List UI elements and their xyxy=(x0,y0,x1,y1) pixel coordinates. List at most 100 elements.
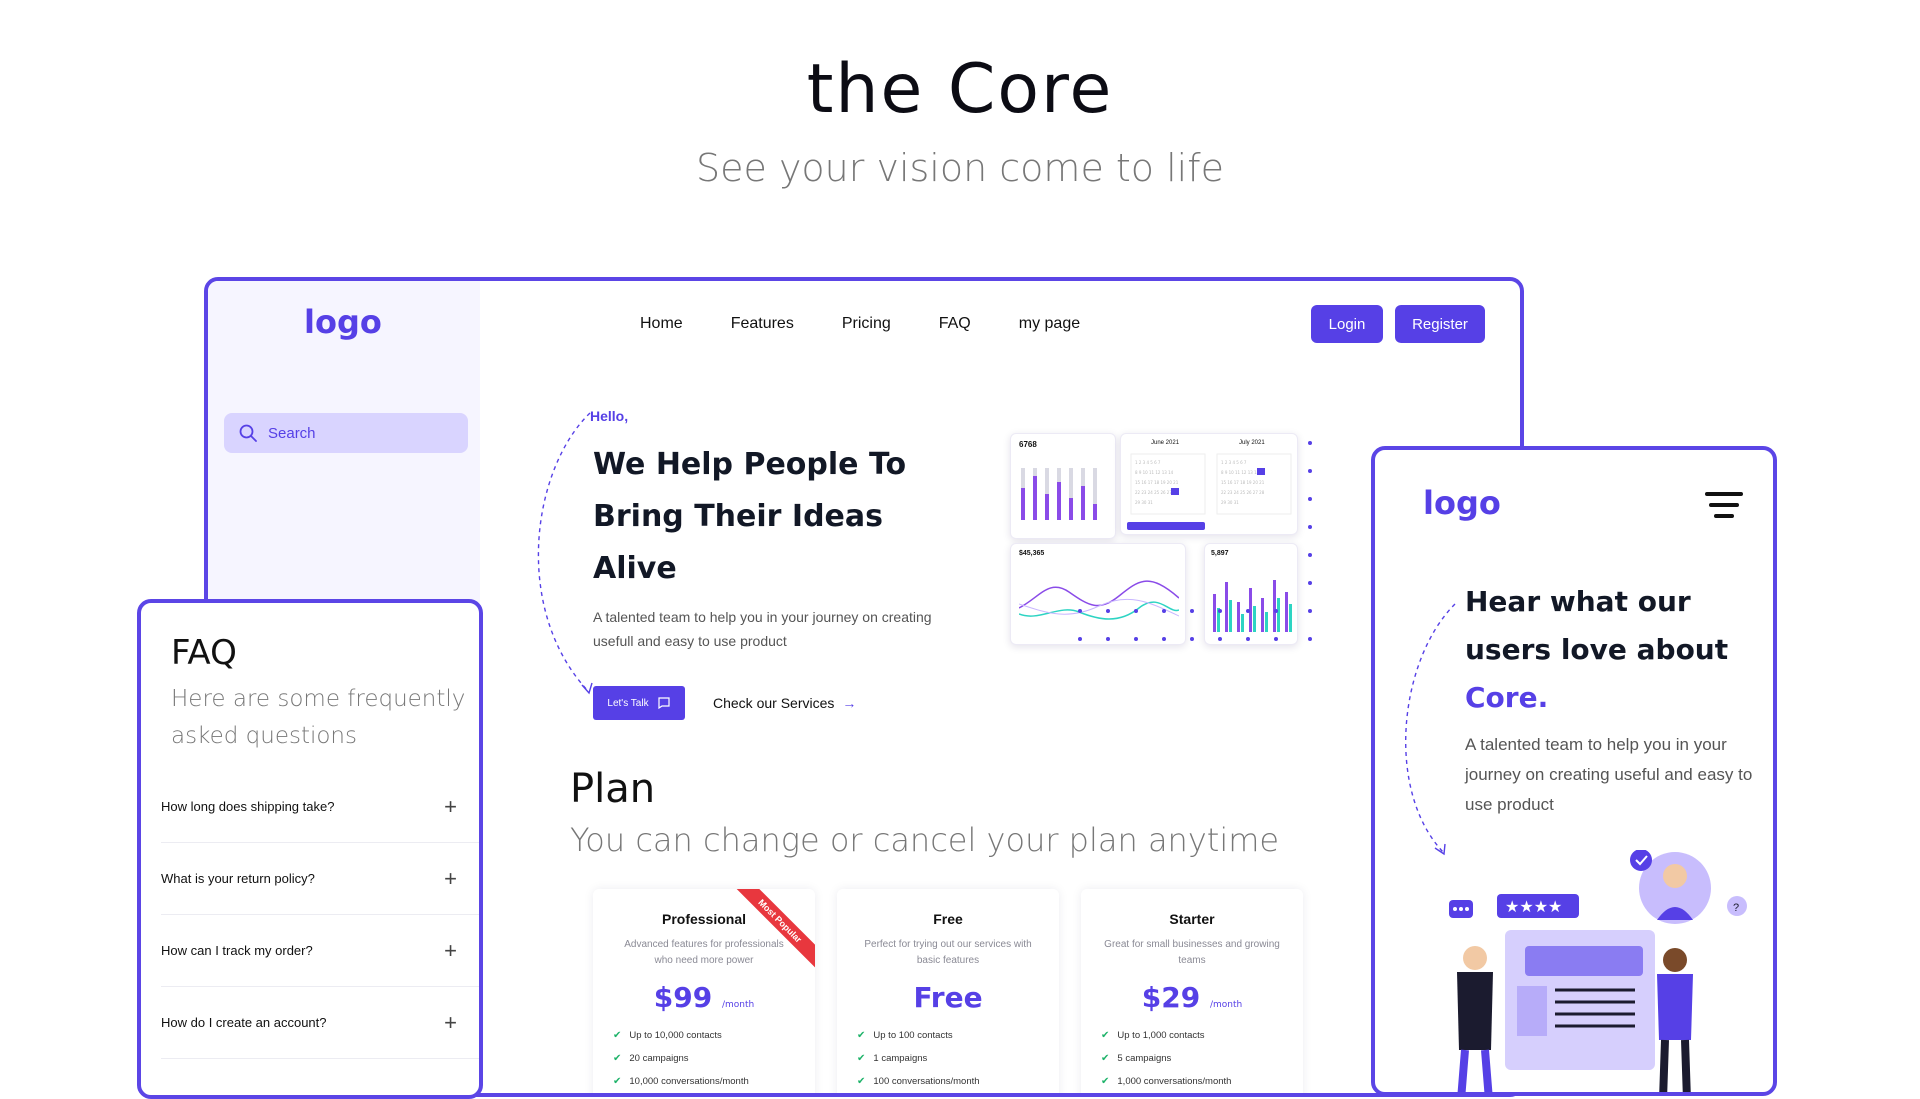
register-button[interactable]: Register xyxy=(1395,305,1485,343)
faq-question: How long does shipping take? xyxy=(161,799,335,814)
plan-price: Free xyxy=(913,981,983,1014)
calendar-month-june: June 2021 xyxy=(1151,440,1180,446)
faq-item[interactable]: How can I track my order? + xyxy=(161,915,479,987)
faq-item[interactable]: How do I create an account? + xyxy=(161,987,479,1059)
nav-pricing[interactable]: Pricing xyxy=(842,315,891,333)
plus-icon[interactable]: + xyxy=(444,794,457,820)
pricing-card-free[interactable]: Free Perfect for trying out our services… xyxy=(837,889,1059,1093)
svg-text:★★★★: ★★★★ xyxy=(1505,899,1562,916)
plan-feature: ✔ 100 conversations/month xyxy=(857,1076,980,1087)
plan-features: ✔ Up to 10,000 contacts ✔ 20 campaigns ✔ 10… xyxy=(593,1024,815,1093)
plan-features: ✔ Up to 1,000 contacts ✔ 5 campaigns ✔ 1,00… xyxy=(1081,1024,1303,1093)
faq-item[interactable]: How long does shipping take? + xyxy=(161,771,479,843)
pricing-card-professional[interactable]: Most Popular Professional Advanced featu… xyxy=(593,889,815,1093)
plan-feature: ✔ 1 campaigns xyxy=(857,1053,928,1064)
faq-question: What is your return policy? xyxy=(161,871,315,886)
faq-item[interactable]: What is your return policy? + xyxy=(161,843,479,915)
hamburger-menu-icon[interactable] xyxy=(1705,492,1743,525)
dashboard-bar-card: 6768 xyxy=(1010,433,1116,539)
faq-mockup: FAQ Here are some frequently asked quest… xyxy=(137,599,483,1099)
plan-feature: ✔ Up to 1,000 contacts xyxy=(1101,1030,1205,1041)
plan-features: ✔ Up to 100 contacts ✔ 1 campaigns ✔ 100 co… xyxy=(837,1024,1059,1093)
plan-feature: ✔ 20 campaigns xyxy=(613,1053,689,1064)
testimonials-mockup: logo Hear what our users love about Core… xyxy=(1371,446,1777,1096)
svg-text:1 2 3 4 5 6 7: 1 2 3 4 5 6 7 xyxy=(1135,460,1161,465)
login-button[interactable]: Login xyxy=(1311,305,1383,343)
faq-question: How do I create an account? xyxy=(161,1015,327,1030)
faq-title: FAQ xyxy=(171,633,237,673)
faq-subtitle: Here are some frequently asked questions xyxy=(171,686,466,749)
check-icon: ✔ xyxy=(857,1030,866,1041)
dashed-connector-decoration xyxy=(537,412,593,695)
search-placeholder: Search xyxy=(268,424,316,442)
plan-feature: ✔ 5 campaigns xyxy=(1101,1053,1172,1064)
dashboard-calendar-card: June 2021 July 2021 1 2 3 4 5 6 7 8 9 10 … xyxy=(1120,433,1298,535)
plan-price: $29 /month xyxy=(1141,981,1243,1014)
top-nav: Home Features Pricing FAQ my page xyxy=(640,315,1080,333)
plan-subtitle: You can change or cancel your plan anyti… xyxy=(570,821,1280,859)
svg-text:8 9 10 11 12 13 14: 8 9 10 11 12 13 14 xyxy=(1221,470,1260,475)
sidebar-logo[interactable]: logo xyxy=(304,303,382,341)
line-card-value: $45,365 xyxy=(1019,550,1045,557)
lets-talk-button[interactable]: Let's Talk xyxy=(593,686,685,720)
dashed-connector-decoration xyxy=(1404,603,1456,856)
arrow-right-icon: → xyxy=(842,695,857,711)
plan-name: Starter xyxy=(1169,911,1215,927)
plan-name: Free xyxy=(933,911,963,927)
line-card-chart xyxy=(1019,580,1179,620)
pricing-card-starter[interactable]: Starter Great for small businesses and g… xyxy=(1081,889,1303,1093)
check-services-link[interactable]: Check our Services → xyxy=(713,695,856,711)
multibar-card-value: 5,897 xyxy=(1211,550,1229,557)
check-icon: ✔ xyxy=(1101,1030,1110,1041)
nav-features[interactable]: Features xyxy=(731,315,794,333)
calendar-month-july: July 2021 xyxy=(1239,440,1265,446)
plan-description: Perfect for trying out our services with… xyxy=(864,939,1032,966)
review-illustration: ★★★★ ? xyxy=(1449,850,1747,1092)
svg-text:29 30 31: 29 30 31 xyxy=(1221,500,1239,505)
check-services-label: Check our Services xyxy=(713,695,835,711)
nav-my-page[interactable]: my page xyxy=(1019,315,1080,333)
svg-text:29 30 31: 29 30 31 xyxy=(1135,500,1153,505)
search-input[interactable]: Search xyxy=(224,413,468,453)
faq-question: How can I track my order? xyxy=(161,943,313,958)
bar-card-chart xyxy=(1021,468,1097,520)
plus-icon[interactable]: + xyxy=(444,1010,457,1036)
check-icon: ✔ xyxy=(1101,1053,1110,1064)
plus-icon[interactable]: + xyxy=(444,938,457,964)
plan-feature: ✔ 10,000 conversations/month xyxy=(613,1076,749,1087)
svg-text:8 9 10 11 12 13 14: 8 9 10 11 12 13 14 xyxy=(1135,470,1174,475)
multibar-card-chart xyxy=(1213,580,1292,632)
plan-price: $99 /month xyxy=(653,981,755,1014)
hero-headline: We Help People To Bring Their Ideas Aliv… xyxy=(593,447,907,586)
check-icon: ✔ xyxy=(857,1053,866,1064)
testimonials-headline-main: Hear what our users love about xyxy=(1465,585,1729,666)
hero-title: the Core xyxy=(806,50,1114,129)
nav-faq[interactable]: FAQ xyxy=(939,315,971,333)
plan-feature: ✔ 1,000 conversations/month xyxy=(1101,1076,1232,1087)
dashboard-multibar-card: 5,897 xyxy=(1204,543,1298,645)
testimonials-description: A talented team to help you in your jour… xyxy=(1465,735,1753,814)
plus-icon[interactable]: + xyxy=(444,866,457,892)
svg-text:22 23 24 25 26 27 28: 22 23 24 25 26 27 28 xyxy=(1221,490,1265,495)
hello-label: Hello, xyxy=(590,408,629,424)
plan-description: Great for small businesses and growing t… xyxy=(1104,939,1280,966)
search-icon xyxy=(239,424,257,442)
check-icon: ✔ xyxy=(613,1076,622,1087)
plan-feature: ✔ Up to 100 contacts xyxy=(857,1030,953,1041)
svg-text:1 2 3 4 5 6 7: 1 2 3 4 5 6 7 xyxy=(1221,460,1247,465)
hero-description: A talented team to help you in your jour… xyxy=(593,609,932,649)
svg-text:?: ? xyxy=(1733,902,1739,914)
testimonials-headline-accent: Core. xyxy=(1465,681,1549,714)
bar-card-value: 6768 xyxy=(1019,440,1037,449)
testimonials-headline: Hear what our users love about Core. xyxy=(1465,578,1745,722)
mobile-logo[interactable]: logo xyxy=(1423,484,1501,522)
nav-home[interactable]: Home xyxy=(640,315,683,333)
check-icon: ✔ xyxy=(613,1053,622,1064)
check-icon: ✔ xyxy=(613,1030,622,1041)
check-icon: ✔ xyxy=(857,1076,866,1087)
plan-description: Advanced features for professionals who … xyxy=(624,939,784,966)
check-icon: ✔ xyxy=(1101,1076,1110,1087)
dashboard-line-card: $45,365 xyxy=(1010,543,1186,645)
calendar-grid: 1 2 3 4 5 6 7 8 9 10 11 12 13 14 15 16 17 … xyxy=(1130,453,1292,515)
chat-icon xyxy=(657,697,670,710)
